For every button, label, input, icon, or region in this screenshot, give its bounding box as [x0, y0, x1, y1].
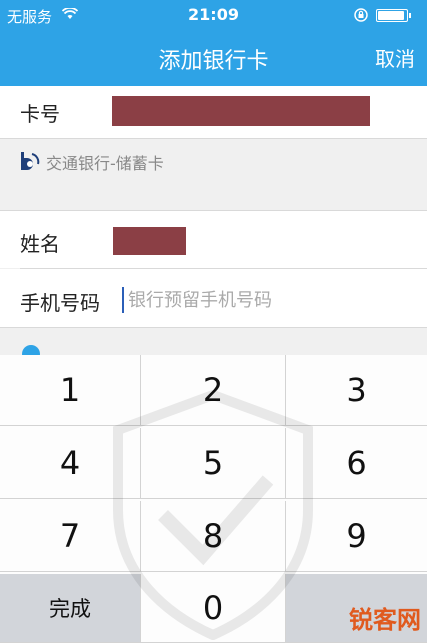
bank-name: 交通银行-储蓄卡 [46, 154, 164, 173]
card-number-row[interactable]: 卡号 [0, 86, 427, 138]
cancel-button[interactable]: 取消 [375, 43, 415, 72]
divider [0, 210, 427, 211]
key-6[interactable]: 6 [286, 428, 427, 499]
key-9[interactable]: 9 [286, 501, 427, 572]
name-label: 姓名 [20, 232, 60, 256]
name-row[interactable]: 姓名 [0, 210, 427, 268]
status-bar: 无服务 21:09 [0, 0, 427, 30]
key-8[interactable]: 8 [141, 501, 286, 572]
bank-logo-icon [21, 152, 40, 170]
nav-header: 无服务 21:09 添加银行卡 取消 [0, 0, 427, 86]
key-4[interactable]: 4 [0, 428, 141, 499]
blank-key [286, 574, 427, 643]
key-7[interactable]: 7 [0, 501, 141, 572]
key-1[interactable]: 1 [0, 355, 141, 426]
phone-input[interactable] [122, 287, 388, 313]
key-0[interactable]: 0 [141, 574, 286, 643]
page-title: 添加银行卡 [158, 49, 269, 74]
phone-label: 手机号码 [20, 291, 100, 315]
battery-icon [376, 9, 411, 22]
number-keypad: 1 2 3 4 5 6 7 8 9 完成 0 [0, 355, 427, 643]
divider [0, 138, 427, 139]
divider [0, 327, 427, 328]
card-number-redacted [112, 96, 370, 126]
lock-rotation-icon [354, 8, 368, 22]
name-redacted [113, 227, 186, 255]
card-number-label: 卡号 [20, 102, 60, 126]
key-5[interactable]: 5 [141, 428, 286, 499]
done-key[interactable]: 完成 [0, 574, 141, 643]
key-2[interactable]: 2 [141, 355, 286, 426]
key-3[interactable]: 3 [286, 355, 427, 426]
